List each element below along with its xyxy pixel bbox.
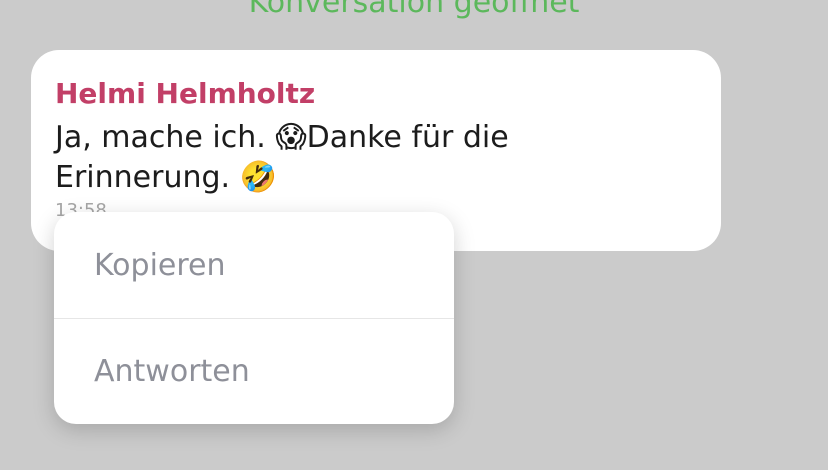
sender-name: Helmi Helmholtz [55,77,316,110]
context-menu: Kopieren Antworten [54,212,454,424]
copy-menu-item[interactable]: Kopieren [54,212,454,318]
reply-menu-item[interactable]: Antworten [54,318,454,424]
system-message: Konversation geöffnet [248,0,580,20]
message-text: Ja, mache ich. 😱Danke für die Erinnerung… [55,120,509,195]
